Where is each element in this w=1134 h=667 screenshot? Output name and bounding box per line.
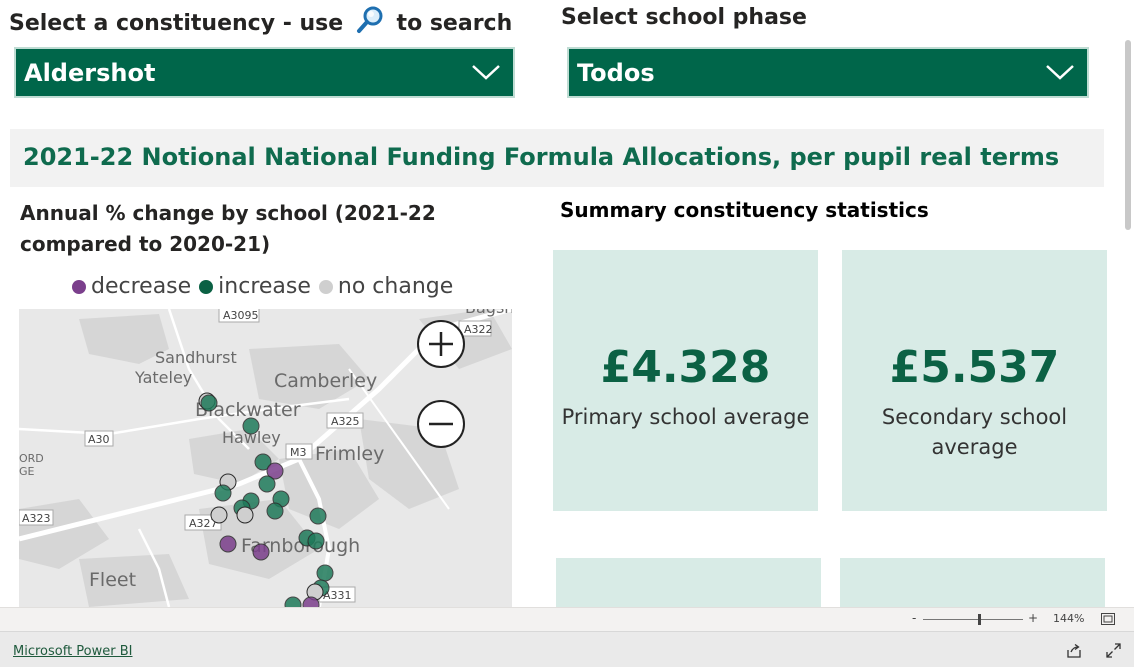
secondary-average-card: £5.537 Secondary school average (842, 250, 1107, 511)
summary-title: Summary constituency statistics (560, 198, 929, 222)
legend-dot-no-change (318, 279, 333, 294)
legend-no-change[interactable]: no change (318, 274, 454, 299)
secondary-average-value: £5.537 (889, 342, 1060, 393)
chevron-down-icon (1045, 61, 1075, 89)
place-label: Fleet (89, 569, 136, 591)
place-label: Bagshot (465, 309, 512, 317)
zoom-out-button[interactable]: - (912, 611, 916, 625)
powerbi-footer: Microsoft Power BI (0, 631, 1134, 667)
zoom-slider-thumb[interactable] (978, 614, 981, 625)
legend-decrease[interactable]: decrease (72, 274, 191, 299)
zoom-level: 144% (1053, 612, 1085, 625)
map-chart-title: Annual % change by school (2021-22 compa… (20, 201, 436, 256)
page-scrollbar[interactable] (1122, 0, 1134, 607)
legend-label-increase: increase (218, 274, 311, 299)
svg-text:M3: M3 (290, 446, 307, 459)
place-label: Camberley (274, 370, 377, 392)
school-marker-increase (307, 532, 325, 550)
place-label: Yateley (134, 368, 192, 387)
place-label: Frimley (315, 443, 384, 465)
legend-label-decrease: decrease (91, 274, 192, 299)
school-marker-increase (284, 596, 302, 607)
magnifier-icon (355, 5, 385, 41)
chevron-down-icon (471, 61, 501, 89)
powerbi-link[interactable]: Microsoft Power BI (13, 644, 132, 659)
minus-icon (429, 422, 453, 426)
primary-average-card: £4.328 Primary school average (553, 250, 818, 511)
svg-text:A30: A30 (88, 433, 110, 446)
school-marker-increase (214, 484, 232, 502)
zoom-slider[interactable] (923, 619, 1023, 620)
share-icon[interactable] (1066, 643, 1082, 662)
school-marker-increase (309, 507, 327, 525)
secondary-average-caption: Secondary school average (881, 405, 1068, 459)
report-banner: 2021-22 Notional National Funding Formul… (10, 129, 1104, 187)
report-title: 2021-22 Notional National Funding Formul… (23, 143, 1060, 171)
svg-text:A325: A325 (331, 415, 360, 428)
constituency-label: Select a constituency - use to search (9, 5, 512, 41)
summary-card-4 (840, 558, 1105, 607)
primary-average-value: £4.328 (600, 342, 771, 393)
map-zoom-in-button[interactable] (417, 320, 465, 368)
school-marker-increase (266, 502, 284, 520)
map-zoom-out-button[interactable] (417, 400, 465, 448)
fit-to-page-icon[interactable] (1101, 613, 1115, 628)
phase-dropdown[interactable]: Todos (567, 47, 1089, 98)
plus-icon (429, 332, 453, 356)
school-marker-decrease (219, 535, 237, 553)
zoom-in-button[interactable]: + (1028, 611, 1038, 625)
school-marker-increase (316, 564, 334, 582)
constituency-dropdown[interactable]: Aldershot (14, 47, 515, 98)
phase-dropdown-value: Todos (577, 59, 655, 87)
edge-label: ORD (19, 452, 44, 465)
school-marker-no-change (236, 506, 254, 524)
school-marker-increase (200, 394, 218, 412)
phase-label: Select school phase (561, 5, 807, 30)
constituency-label-suffix: to search (396, 11, 513, 36)
svg-text:A323: A323 (22, 512, 51, 525)
constituency-label-text: Select a constituency - use (9, 11, 344, 36)
school-marker-increase (242, 417, 260, 435)
school-map[interactable]: A3095 A322 A325 A30 M3 A327 A323 A331 Sa… (19, 309, 512, 607)
school-marker-increase (258, 475, 276, 493)
svg-text:A322: A322 (464, 323, 493, 336)
school-marker-no-change (210, 506, 228, 524)
school-marker-decrease (252, 543, 270, 561)
edge-label: GE (19, 465, 35, 478)
legend-dot-decrease (72, 279, 86, 294)
fullscreen-icon[interactable] (1106, 643, 1121, 662)
map-legend: decrease increase no change (72, 274, 461, 299)
scrollbar-thumb[interactable] (1125, 40, 1131, 230)
constituency-dropdown-value: Aldershot (24, 59, 156, 87)
summary-card-3 (556, 558, 821, 607)
legend-label-no-change: no change (337, 274, 454, 299)
zoom-bar: - + 144% (0, 607, 1134, 631)
place-label: Sandhurst (155, 348, 237, 367)
legend-dot-increase (199, 279, 214, 294)
primary-average-caption: Primary school average (561, 405, 810, 429)
legend-increase[interactable]: increase (199, 274, 311, 299)
svg-text:A3095: A3095 (223, 309, 259, 322)
